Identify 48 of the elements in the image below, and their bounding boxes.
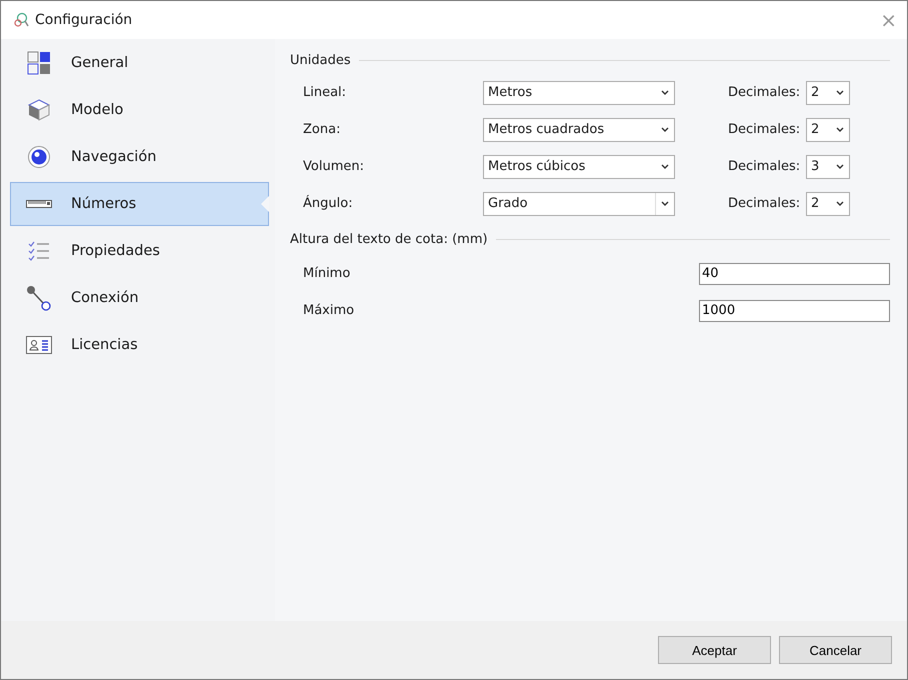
checklist-icon <box>27 239 51 263</box>
chevron-icon <box>836 164 844 169</box>
decimals-dropdown[interactable]: 2 <box>806 118 850 142</box>
dialog-button[interactable]: Aceptar <box>658 636 771 664</box>
chevron-icon <box>836 90 844 95</box>
decimals-dropdown[interactable]: 2 <box>806 80 850 104</box>
sidebar-item[interactable]: Modelo <box>10 88 269 132</box>
sidebar-item[interactable]: Navegación <box>10 135 269 179</box>
unit-dropdown[interactable]: Metros <box>483 80 675 104</box>
chevron-icon <box>836 127 844 132</box>
chevron-icon <box>661 164 669 169</box>
sidebar-item[interactable]: Propiedades <box>10 229 269 273</box>
field-label: Decimales: <box>728 196 802 211</box>
chevron-icon <box>661 90 669 95</box>
group-title: Altura del texto de cota: (mm) <box>290 232 488 247</box>
unit-dropdown[interactable]: Metros cuadrados <box>483 118 675 142</box>
sidebar-item[interactable]: Números <box>10 182 269 226</box>
tiles-icon <box>27 51 51 75</box>
field-label: Decimales: <box>728 122 802 137</box>
connection-icon <box>26 285 52 311</box>
field-label: Ángulo: <box>303 196 354 211</box>
unit-dropdown[interactable]: Metros cúbicos <box>483 154 675 178</box>
field-label: Decimales: <box>728 85 802 100</box>
sidebar-item[interactable]: General <box>10 41 269 85</box>
chevron-icon <box>836 201 844 206</box>
input-field[interactable]: 1000 <box>699 300 890 322</box>
id-card-icon <box>26 336 52 354</box>
window-title: Configuración <box>35 12 132 28</box>
field-label: Mínimo <box>303 266 350 281</box>
ruler-icon <box>26 199 52 209</box>
dialog-button[interactable]: Cancelar <box>779 636 892 664</box>
field-label: Decimales: <box>728 159 802 174</box>
input-field[interactable]: 40 <box>699 262 890 284</box>
field-label: Zona: <box>303 122 342 137</box>
eye-icon <box>27 145 51 169</box>
field-label: Volumen: <box>303 159 365 174</box>
field-label: Lineal: <box>303 85 348 100</box>
chevron-icon <box>661 127 669 132</box>
sidebar-item[interactable]: Licencias <box>10 323 269 367</box>
sidebar-item[interactable]: Conexión <box>10 276 269 320</box>
decimals-dropdown[interactable]: 2 <box>806 192 850 216</box>
app-icon <box>13 12 29 28</box>
unit-combobox[interactable]: Grado <box>483 192 675 216</box>
cube-icon <box>27 98 51 122</box>
chevron-icon <box>661 201 669 206</box>
decimals-dropdown[interactable]: 3 <box>806 154 850 178</box>
group-title: Unidades <box>290 53 351 68</box>
field-label: Máximo <box>303 303 354 318</box>
